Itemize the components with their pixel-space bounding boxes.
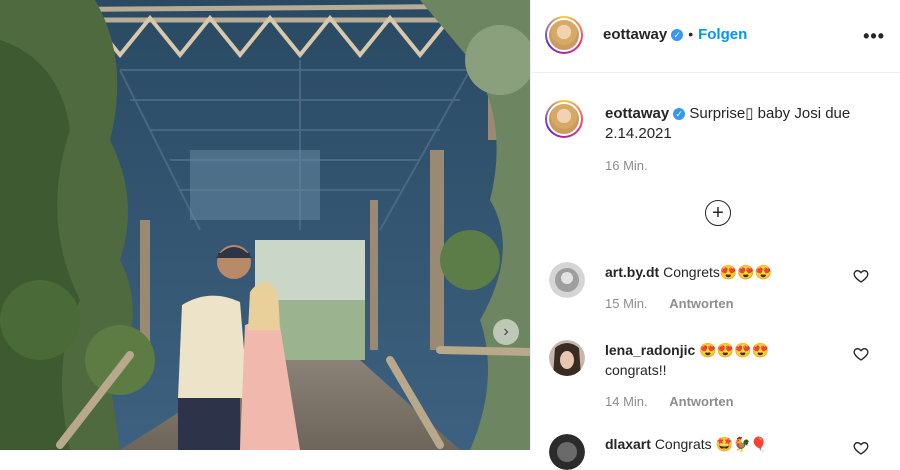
caption-avatar[interactable]	[545, 100, 583, 138]
commenter-avatar-image	[549, 262, 585, 298]
comment-text: Congrets	[663, 264, 720, 280]
comment-text: congrats!!	[605, 362, 667, 378]
post-panel: eottaway ✓ • Folgen ••• eottaway ✓ Surprise▯…	[530, 0, 900, 470]
commenter-avatar-image	[549, 340, 585, 376]
commenter-avatar[interactable]	[549, 340, 585, 376]
comment-username[interactable]: lena_radonjic	[605, 342, 695, 358]
carousel-next-button[interactable]: ›	[493, 319, 519, 345]
author-avatar-image	[547, 18, 581, 52]
caption-timestamp: 16 Min.	[605, 158, 648, 173]
comment-emoji: 😍😍😍	[719, 264, 773, 280]
comment-timestamp: 15 Min.	[605, 296, 648, 311]
separator-dot: •	[688, 26, 694, 42]
verified-badge-icon: ✓	[673, 108, 686, 121]
comment-username[interactable]: art.by.dt	[605, 264, 659, 280]
commenter-avatar[interactable]	[549, 262, 585, 298]
plus-circle-icon: +	[712, 202, 724, 224]
like-heart-icon[interactable]	[853, 440, 869, 456]
author-username[interactable]: eottaway	[603, 26, 667, 43]
comment-body: art.by.dt Congrets😍😍😍 15 Min. Antworten	[605, 262, 845, 314]
commenter-avatar[interactable]	[549, 434, 585, 470]
caption-avatar-image	[547, 102, 581, 136]
comment-emoji: 😍😍😍😍	[699, 342, 769, 358]
verified-badge-icon: ✓	[671, 28, 684, 41]
chevron-right-icon: ›	[503, 323, 509, 340]
like-heart-icon[interactable]	[853, 268, 869, 284]
pergola-photo	[0, 0, 530, 450]
more-options-icon[interactable]: •••	[863, 26, 885, 47]
author-avatar[interactable]	[545, 16, 583, 54]
comment-body: lena_radonjic 😍😍😍😍 congrats!! 14 Min. An…	[605, 340, 845, 412]
reply-button[interactable]: Antworten	[669, 296, 733, 311]
commenter-avatar-image	[549, 434, 585, 470]
reply-button[interactable]: Antworten	[669, 394, 733, 409]
comment-meta: 14 Min. Antworten	[605, 392, 845, 412]
caption-username[interactable]: eottaway	[605, 105, 669, 122]
comment-timestamp: 14 Min.	[605, 394, 648, 409]
follow-button[interactable]: Folgen	[698, 26, 747, 43]
load-more-comments-button[interactable]: +	[705, 200, 731, 226]
post-photo[interactable]: ›	[0, 0, 530, 450]
like-heart-icon[interactable]	[853, 346, 869, 362]
post-header: eottaway ✓ • Folgen •••	[531, 0, 900, 73]
comment-meta: 15 Min. Antworten	[605, 294, 845, 314]
caption-text: eottaway ✓ Surprise▯ baby Josi due 2.14.2…	[605, 104, 875, 176]
comment-body: dlaxart Congrats 🤩🐓🎈	[605, 434, 845, 454]
